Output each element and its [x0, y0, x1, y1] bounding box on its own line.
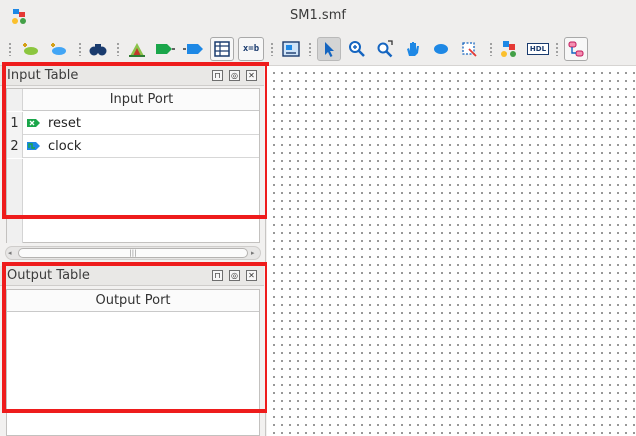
ellipse-button[interactable]: [429, 37, 453, 61]
simulate-icon: [501, 41, 516, 57]
output-port-button[interactable]: [181, 37, 205, 61]
output-table-highlight: [2, 262, 269, 413]
zoom-in-icon: [349, 41, 365, 57]
pan-hand-icon: [407, 42, 419, 56]
toolbar-grip[interactable]: [270, 42, 274, 56]
scroll-thumb[interactable]: |||: [18, 248, 248, 258]
output-port-icon: [183, 44, 203, 54]
horizontal-scrollbar[interactable]: ◂ ||| ▸: [5, 246, 261, 260]
toolbar-grip[interactable]: [8, 42, 12, 56]
state-machine-view-icon: [568, 41, 584, 57]
simulate-button[interactable]: [497, 37, 521, 61]
pan-hand-button[interactable]: [401, 37, 425, 61]
hierarchy-button[interactable]: [125, 37, 149, 61]
diagram-canvas[interactable]: [267, 66, 636, 436]
toolbar-grip[interactable]: [308, 42, 312, 56]
export-icon: [282, 41, 300, 57]
toolbar-grip[interactable]: [555, 42, 559, 56]
find-icon: [89, 44, 107, 56]
input-table-highlight: [2, 62, 269, 219]
table-icon: [214, 41, 230, 57]
input-port-button[interactable]: [153, 37, 177, 61]
scroll-left-icon[interactable]: ◂: [8, 248, 16, 258]
table-button[interactable]: [210, 37, 234, 61]
find-button[interactable]: [86, 37, 110, 61]
state-machine-view-button[interactable]: [564, 37, 588, 61]
zoom-in-button[interactable]: [345, 37, 369, 61]
zoom-fit-button[interactable]: [373, 37, 397, 61]
toolbar-grip[interactable]: [489, 42, 493, 56]
hdl-button[interactable]: HDL: [525, 37, 551, 61]
variable-icon: x=b: [242, 44, 260, 54]
add-transition-icon: [51, 43, 66, 55]
toolbar: x=b HDL: [0, 32, 636, 66]
title-bar: SM1.smf: [0, 0, 636, 32]
add-state-icon: [23, 43, 38, 55]
ellipse-icon: [434, 44, 448, 54]
select-pointer-icon: [325, 42, 334, 57]
toolbar-grip[interactable]: [78, 42, 82, 56]
scroll-right-icon[interactable]: ▸: [251, 248, 259, 258]
zoom-fit-icon: [377, 40, 393, 58]
select-pointer-button[interactable]: [317, 37, 341, 61]
hdl-icon: HDL: [526, 43, 550, 55]
region-button[interactable]: [457, 37, 481, 61]
input-port-icon: [156, 44, 175, 54]
variable-button[interactable]: x=b: [238, 37, 264, 61]
add-state-button[interactable]: [18, 37, 42, 61]
export-button[interactable]: [279, 37, 303, 61]
toolbar-grip[interactable]: [116, 42, 120, 56]
region-icon: [462, 42, 477, 57]
add-transition-button[interactable]: [46, 37, 70, 61]
window-title: SM1.smf: [290, 8, 346, 23]
hierarchy-icon: [129, 43, 145, 57]
